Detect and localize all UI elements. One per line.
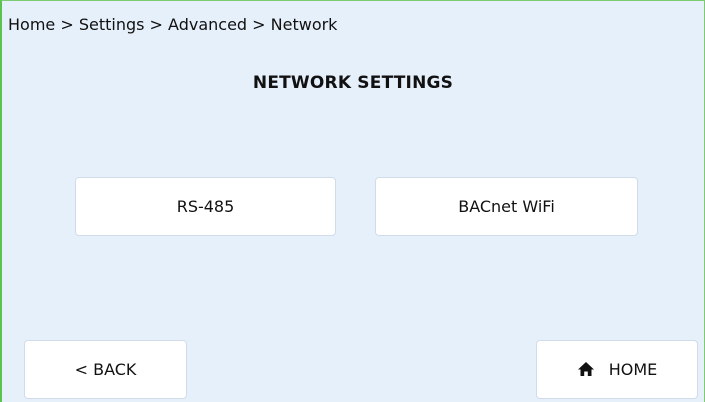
home-button[interactable]: HOME — [536, 340, 698, 399]
rs485-button[interactable]: RS-485 — [75, 177, 336, 236]
page-title: NETWORK SETTINGS — [252, 73, 454, 93]
back-button[interactable]: < BACK — [24, 340, 187, 399]
back-button-label: < BACK — [74, 360, 137, 379]
home-icon — [577, 361, 595, 377]
bacnet-wifi-button[interactable]: BACnet WiFi — [375, 177, 638, 236]
rs485-button-label: RS-485 — [176, 197, 235, 216]
bacnet-wifi-button-label: BACnet WiFi — [458, 197, 555, 216]
breadcrumb: Home > Settings > Advanced > Network — [8, 15, 338, 34]
home-button-label: HOME — [608, 360, 658, 379]
network-settings-screen: Home > Settings > Advanced > Network NET… — [0, 0, 705, 402]
